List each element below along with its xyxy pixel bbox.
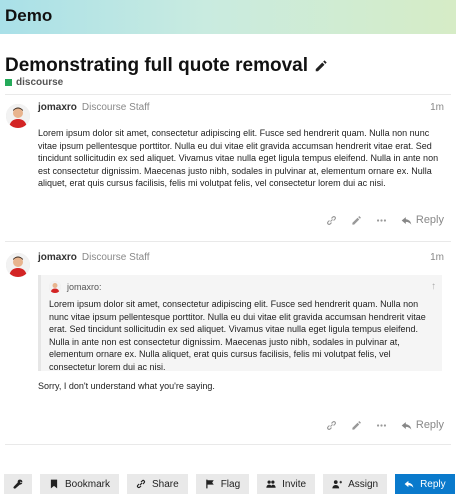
avatar[interactable] <box>6 104 30 128</box>
quote-avatar <box>49 281 61 293</box>
reply-icon <box>401 216 412 225</box>
site-header: Demo <box>0 0 456 34</box>
users-icon <box>266 480 276 488</box>
arrow-up-icon[interactable]: ↑ <box>431 281 436 292</box>
post-body: Sorry, I don't understand what you're sa… <box>38 381 215 391</box>
post-actions: Reply <box>326 419 444 431</box>
reply-topic-label: Reply <box>420 478 446 490</box>
divider <box>5 241 451 242</box>
user-plus-icon <box>332 480 343 489</box>
quote-header: jomaxro: <box>49 281 102 293</box>
reply-icon <box>401 421 412 430</box>
reply-button[interactable]: Reply <box>401 214 444 226</box>
user-title: Discourse Staff <box>81 102 150 113</box>
pencil-icon[interactable] <box>314 59 328 73</box>
topic-title-text[interactable]: Demonstrating full quote removal <box>5 55 308 77</box>
share-button[interactable]: Share <box>127 474 188 494</box>
quote-text: Lorem ipsum dolor sit amet, consectetur … <box>49 299 426 372</box>
link-icon <box>136 479 146 489</box>
pencil-icon[interactable] <box>351 420 362 431</box>
ellipsis-icon[interactable] <box>376 420 387 431</box>
post-body: Lorem ipsum dolor sit amet, consectetur … <box>38 128 439 189</box>
topic-footer-buttons: Bookmark Share Flag Invite Assign Reply <box>4 474 455 494</box>
flag-button[interactable]: Flag <box>195 474 250 494</box>
bookmark-label: Bookmark <box>65 478 111 490</box>
wrench-icon <box>13 479 23 489</box>
post-actions: Reply <box>326 214 444 226</box>
reply-icon <box>404 480 414 488</box>
avatar[interactable] <box>6 253 30 277</box>
category-badge[interactable]: discourse <box>5 77 63 88</box>
invite-button[interactable]: Invite <box>257 474 316 494</box>
flag-icon <box>205 479 214 489</box>
bookmark-icon <box>50 479 58 489</box>
ellipsis-icon[interactable] <box>376 215 387 226</box>
link-icon[interactable] <box>326 420 337 431</box>
post-meta: jomaxro Discourse Staff <box>38 102 150 113</box>
quote-block: jomaxro: ↑ Lorem ipsum dolor sit amet, c… <box>38 275 442 372</box>
divider <box>5 94 451 95</box>
category-color-swatch <box>5 79 12 86</box>
reply-topic-button[interactable]: Reply <box>395 474 455 494</box>
admin-wrench-button[interactable] <box>4 474 32 494</box>
divider <box>5 444 451 445</box>
topic-title: Demonstrating full quote removal <box>5 55 328 77</box>
link-icon[interactable] <box>326 215 337 226</box>
category-label: discourse <box>16 77 64 88</box>
invite-label: Invite <box>282 478 307 490</box>
username[interactable]: jomaxro <box>38 252 77 263</box>
post-age[interactable]: 1m <box>430 102 444 113</box>
reply-label: Reply <box>415 214 444 226</box>
username[interactable]: jomaxro <box>38 102 77 113</box>
user-title: Discourse Staff <box>81 252 150 263</box>
assign-label: Assign <box>348 478 379 490</box>
reply-label: Reply <box>415 419 444 431</box>
reply-button[interactable]: Reply <box>401 419 444 431</box>
quote-author: jomaxro: <box>67 282 102 292</box>
flag-label: Flag <box>220 478 241 490</box>
post-meta: jomaxro Discourse Staff <box>38 252 150 263</box>
share-label: Share <box>152 478 179 490</box>
assign-button[interactable]: Assign <box>323 474 388 494</box>
post-age[interactable]: 1m <box>430 252 444 263</box>
bookmark-button[interactable]: Bookmark <box>40 474 120 494</box>
pencil-icon[interactable] <box>351 215 362 226</box>
site-title[interactable]: Demo <box>5 6 52 26</box>
